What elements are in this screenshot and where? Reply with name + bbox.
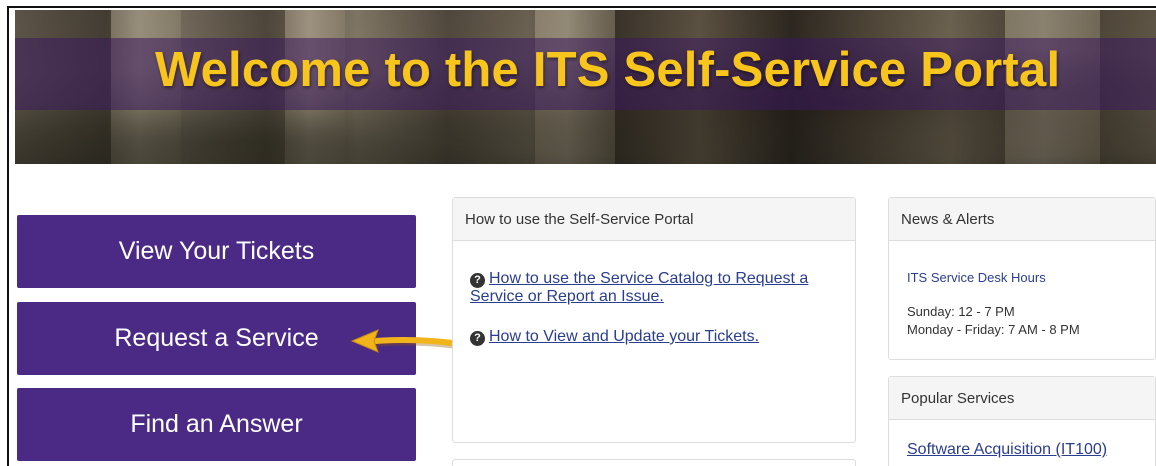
find-answer-button[interactable]: Find an Answer xyxy=(17,388,416,461)
how-to-panel: How to use the Self-Service Portal ? How … xyxy=(452,197,856,443)
news-item-line: Monday - Friday: 7 AM - 8 PM xyxy=(907,322,1080,337)
screenshot-frame-top xyxy=(7,6,1156,8)
question-circle-icon: ? xyxy=(470,331,485,346)
question-circle-icon: ? xyxy=(470,273,485,288)
view-tickets-help-link[interactable]: ? How to View and Update your Tickets. xyxy=(470,328,759,346)
news-alerts-panel: News & Alerts ITS Service Desk Hours Sun… xyxy=(888,197,1156,360)
secondary-panel xyxy=(452,459,856,466)
banner-title: Welcome to the ITS Self-Service Portal xyxy=(155,43,1061,97)
service-catalog-help-link[interactable]: ? How to use the Service Catalog to Reque… xyxy=(470,270,830,305)
callout-arrow-icon xyxy=(350,329,463,353)
popular-service-link[interactable]: Software Acquisition (IT100) xyxy=(907,441,1107,459)
news-item-line: Sunday: 12 - 7 PM xyxy=(907,304,1015,319)
news-alerts-heading: News & Alerts xyxy=(889,198,1155,241)
popular-services-panel: Popular Services Software Acquisition (I… xyxy=(888,376,1156,466)
news-item-title: ITS Service Desk Hours xyxy=(907,270,1046,285)
view-tickets-button[interactable]: View Your Tickets xyxy=(17,215,416,288)
service-catalog-help-text: How to use the Service Catalog to Reques… xyxy=(470,270,809,305)
screenshot-frame-left xyxy=(7,6,9,466)
popular-services-heading: Popular Services xyxy=(889,377,1155,420)
view-tickets-help-text: How to View and Update your Tickets. xyxy=(489,328,760,345)
welcome-banner: Welcome to the ITS Self-Service Portal xyxy=(15,10,1156,164)
how-to-panel-heading: How to use the Self-Service Portal xyxy=(453,198,855,241)
